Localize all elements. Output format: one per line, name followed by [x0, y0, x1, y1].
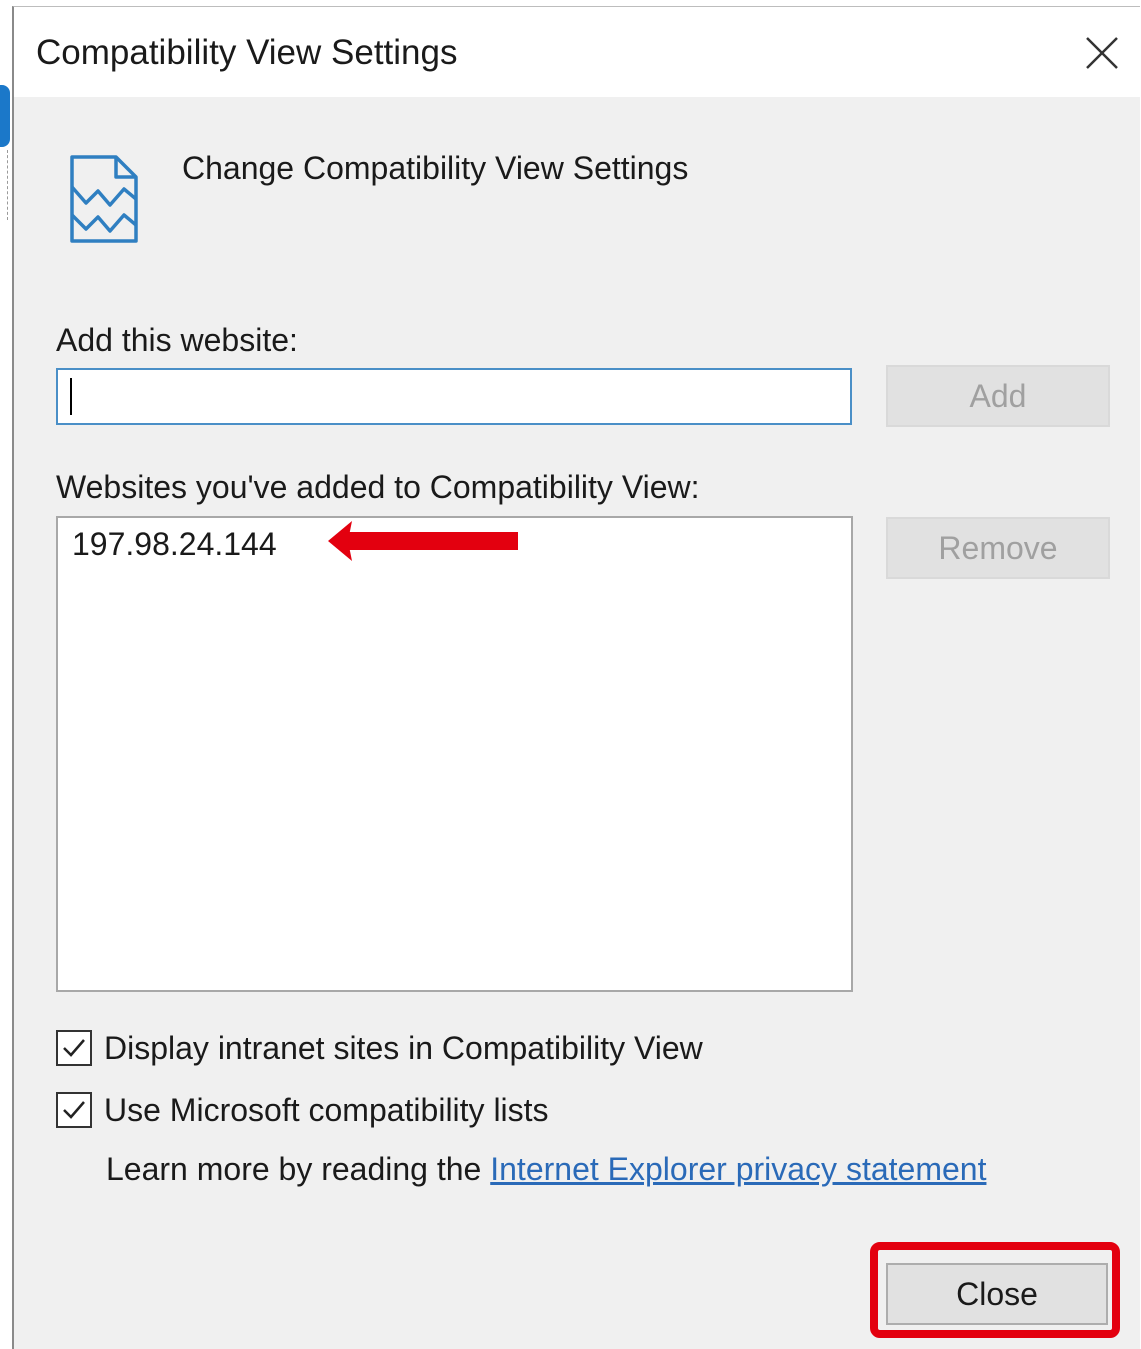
text-caret	[70, 378, 72, 415]
checkmark-icon	[63, 1101, 85, 1119]
intranet-checkbox-label[interactable]: Display intranet sites in Compatibility …	[104, 1030, 703, 1067]
intranet-checkbox[interactable]	[56, 1030, 92, 1066]
background-blue-tab	[0, 85, 10, 147]
title-bar: Compatibility View Settings	[14, 7, 1140, 97]
add-website-label: Add this website:	[56, 322, 298, 358]
add-website-input[interactable]	[56, 368, 852, 425]
close-icon[interactable]	[1082, 33, 1122, 73]
add-button[interactable]: Add	[886, 365, 1110, 427]
annotation-arrow-icon	[326, 519, 522, 563]
ms-lists-option: Use Microsoft compatibility lists	[56, 1088, 549, 1132]
websites-list[interactable]: 197.98.24.144	[56, 516, 853, 992]
ms-lists-checkbox-label[interactable]: Use Microsoft compatibility lists	[104, 1092, 549, 1129]
list-item[interactable]: 197.98.24.144	[72, 526, 277, 563]
compatibility-view-dialog: Compatibility View Settings Change Compa…	[12, 6, 1140, 1349]
background-dashed-line	[7, 150, 8, 220]
checkmark-icon	[63, 1039, 85, 1057]
websites-list-label: Websites you've added to Compatibility V…	[56, 469, 700, 505]
intranet-option: Display intranet sites in Compatibility …	[56, 1026, 703, 1070]
learn-more-text: Learn more by reading the Internet Explo…	[106, 1151, 986, 1188]
privacy-statement-link[interactable]: Internet Explorer privacy statement	[490, 1151, 986, 1187]
compatibility-page-icon	[68, 153, 140, 245]
close-button[interactable]: Close	[886, 1263, 1108, 1325]
dialog-title: Compatibility View Settings	[36, 33, 458, 72]
remove-button[interactable]: Remove	[886, 517, 1110, 579]
screenshot: Compatibility View Settings Change Compa…	[0, 0, 1141, 1349]
learn-more-prefix: Learn more by reading the	[106, 1151, 491, 1187]
ms-lists-checkbox[interactable]	[56, 1092, 92, 1128]
header-heading: Change Compatibility View Settings	[182, 150, 689, 186]
